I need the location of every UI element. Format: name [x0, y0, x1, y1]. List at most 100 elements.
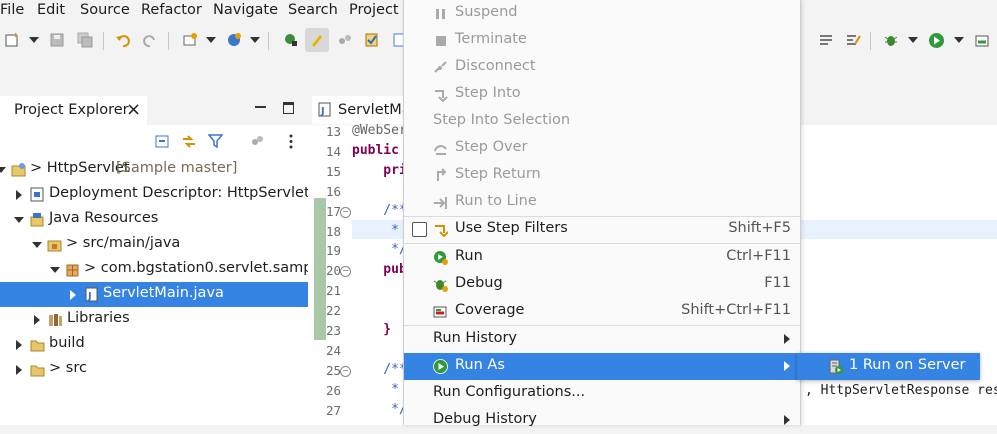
step-filters-icon: [435, 225, 448, 237]
code-line: }: [352, 322, 392, 337]
menu-item-step-into-selection[interactable]: Step Into Selection: [404, 108, 800, 135]
expand-arrow-icon[interactable]: [70, 290, 76, 300]
expand-arrow-icon[interactable]: [16, 365, 22, 375]
tree-item-libraries[interactable]: Libraries: [0, 307, 308, 332]
fold-toggle-icon[interactable]: −: [340, 207, 351, 218]
menu-item-coverage[interactable]: Coverage Shift+Ctrl+F11: [404, 298, 800, 325]
java-file-icon: J: [85, 287, 98, 302]
new-dropdown-icon[interactable]: [29, 37, 39, 43]
run-dropdown-icon[interactable]: [954, 37, 964, 43]
run-icon: [434, 251, 448, 265]
link-with-editor-icon[interactable]: [181, 134, 197, 153]
submenu-arrow-icon: [784, 361, 790, 371]
coverage-icon[interactable]: [972, 30, 992, 50]
toggle-mark-icon[interactable]: [335, 30, 355, 50]
menu-refactor[interactable]: Refactor: [141, 2, 202, 18]
menu-item-use-step-filters[interactable]: Use Step Filters Shift+F5: [404, 216, 800, 243]
menu-item-step-over[interactable]: Step Over: [404, 135, 800, 162]
external-tools-icon[interactable]: [843, 30, 863, 50]
code-line: *: [352, 382, 407, 397]
menu-source[interactable]: Source: [80, 2, 130, 18]
fold-toggle-icon[interactable]: −: [340, 266, 351, 277]
menu-project[interactable]: Project: [349, 2, 399, 18]
new-server-dropdown-icon[interactable]: [206, 37, 216, 43]
menu-navigate[interactable]: Navigate: [213, 2, 278, 18]
menu-item-terminate[interactable]: Terminate: [404, 27, 800, 54]
minimize-icon[interactable]: [255, 106, 266, 108]
menu-item-debug[interactable]: Debug F11: [404, 271, 800, 298]
toolbar-separator: [870, 32, 871, 50]
line-number: 15: [326, 164, 342, 179]
menu-item-run[interactable]: Run Ctrl+F11: [404, 244, 800, 271]
debug-icon[interactable]: [881, 30, 901, 50]
terminate-icon: [436, 36, 446, 46]
highlight-brush-icon[interactable]: [305, 28, 329, 52]
line-number: 18: [326, 224, 342, 239]
suspend-icon: [436, 9, 445, 19]
save-icon[interactable]: [47, 30, 67, 50]
step-over-icon: [434, 145, 447, 155]
menu-item-step-return[interactable]: Step Return: [404, 162, 800, 189]
menu-item-run-as[interactable]: Run As: [404, 353, 800, 380]
tree-item-java-resources[interactable]: Java Resources: [0, 207, 308, 232]
menu-edit[interactable]: Edit: [37, 2, 65, 18]
project-icon: [11, 163, 26, 177]
tree-item-project[interactable]: > HttpServlet [Sample master]: [0, 157, 308, 182]
line-number: 17: [326, 204, 342, 219]
undo-icon[interactable]: [113, 30, 133, 50]
tree-item-build[interactable]: build: [0, 332, 308, 357]
menu-item-debug-history[interactable]: Debug History: [404, 407, 800, 434]
tree-item-package[interactable]: > com.bgstation0.servlet.sample.h: [0, 257, 308, 282]
step-filters-checkbox[interactable]: [412, 222, 427, 237]
java-resources-icon: [30, 213, 44, 227]
new-java-dropdown-icon[interactable]: [250, 37, 260, 43]
open-type-icon[interactable]: [281, 30, 301, 50]
redo-icon[interactable]: [140, 30, 160, 50]
expand-arrow-icon[interactable]: [0, 167, 6, 173]
menu-item-disconnect[interactable]: Disconnect: [404, 54, 800, 81]
menu-item-suspend[interactable]: Suspend: [404, 0, 800, 27]
focus-icon[interactable]: [250, 134, 265, 153]
line-number: 21: [326, 283, 342, 298]
tree-item-deployment-descriptor[interactable]: Deployment Descriptor: HttpServlet: [0, 182, 308, 207]
tree-item-src-main-java[interactable]: > src/main/java: [0, 232, 308, 257]
console-icon[interactable]: [816, 30, 836, 50]
code-line: public: [352, 143, 407, 158]
fold-toggle-icon[interactable]: −: [340, 366, 351, 377]
folder-icon: [30, 340, 45, 352]
menu-search[interactable]: Search: [288, 2, 338, 18]
filter-icon[interactable]: [207, 133, 224, 153]
menu-file[interactable]: File: [0, 2, 24, 18]
expand-arrow-icon[interactable]: [16, 340, 22, 350]
expand-arrow-icon[interactable]: [34, 315, 40, 325]
line-number: 20: [326, 263, 342, 278]
view-menu-icon[interactable]: [289, 134, 293, 153]
code-line: @WebSer: [352, 123, 407, 138]
expand-arrow-icon[interactable]: [14, 217, 24, 223]
tree-item-servletmain-java[interactable]: J ServletMain.java: [0, 282, 308, 307]
expand-arrow-icon[interactable]: [16, 190, 22, 200]
collapse-all-icon[interactable]: [155, 134, 170, 153]
new-java-icon[interactable]: [224, 30, 244, 50]
menu-item-run-to-line[interactable]: Run to Line: [404, 189, 800, 216]
annotation-icon[interactable]: [362, 30, 382, 50]
debug-dropdown-icon[interactable]: [908, 37, 918, 43]
close-icon[interactable]: ×: [126, 99, 141, 120]
new-server-icon[interactable]: [180, 30, 200, 50]
expand-arrow-icon[interactable]: [32, 242, 42, 248]
menu-item-step-into[interactable]: Step Into: [404, 81, 800, 108]
run-icon[interactable]: [926, 30, 946, 50]
submenu-item-run-on-server[interactable]: 1 Run on Server: [797, 353, 980, 380]
menu-item-run-history[interactable]: Run History: [404, 326, 800, 353]
tree-item-src[interactable]: > src: [0, 357, 308, 382]
menu-item-run-configurations[interactable]: Run Configurations...: [404, 380, 800, 407]
line-number: 19: [326, 243, 342, 258]
expand-arrow-icon[interactable]: [50, 267, 60, 273]
change-ruler: [314, 198, 326, 340]
toolbar-separator: [103, 32, 104, 50]
maximize-icon[interactable]: [283, 102, 294, 114]
save-all-icon[interactable]: [75, 30, 95, 50]
new-icon[interactable]: [2, 30, 22, 50]
line-number: 13: [326, 124, 342, 139]
run-as-submenu: 1 Run on Server: [797, 353, 980, 380]
